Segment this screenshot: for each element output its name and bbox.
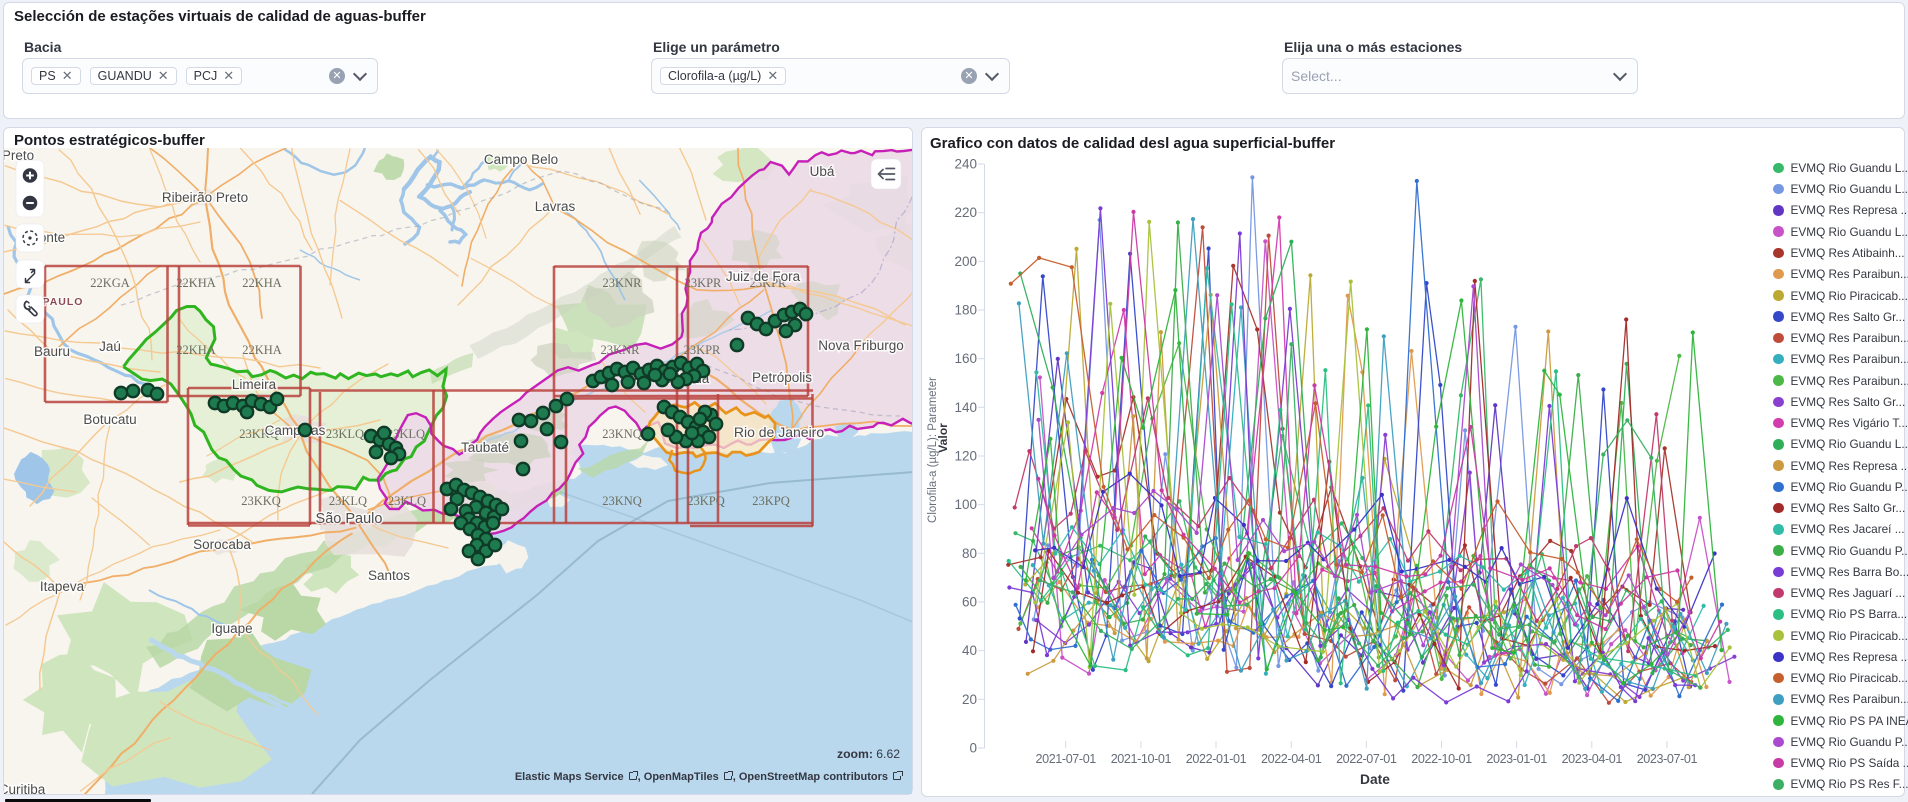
svg-text:2023-01-01: 2023-01-01 (1486, 752, 1547, 766)
svg-text:140: 140 (954, 400, 977, 415)
svg-text:Lavras: Lavras (535, 199, 576, 214)
svg-text:22KHA: 22KHA (176, 343, 216, 357)
svg-text:23KPR: 23KPR (684, 343, 721, 357)
svg-text:Taubaté: Taubaté (461, 440, 509, 455)
svg-text:200: 200 (954, 254, 977, 269)
svg-text:Rio de Janeiro: Rio de Janeiro (734, 424, 824, 440)
svg-text:Campo Belo: Campo Belo (484, 152, 558, 167)
svg-text:PAULO: PAULO (43, 296, 84, 308)
svg-text:120: 120 (954, 449, 977, 464)
svg-text:22KHA: 22KHA (176, 276, 216, 290)
svg-text:Curitiba: Curitiba (4, 782, 46, 794)
svg-text:23KKQ: 23KKQ (241, 494, 281, 508)
svg-text:2022-07-01: 2022-07-01 (1336, 752, 1397, 766)
svg-text:Santos: Santos (368, 568, 410, 583)
svg-text:Sorocaba: Sorocaba (193, 537, 251, 552)
svg-text:220: 220 (954, 205, 977, 220)
svg-text:2022-04-01: 2022-04-01 (1261, 752, 1322, 766)
svg-text:23KPQ: 23KPQ (687, 494, 725, 508)
svg-text:2022-01-01: 2022-01-01 (1186, 752, 1247, 766)
svg-text:Botucatu: Botucatu (83, 412, 136, 427)
svg-text:2021-10-01: 2021-10-01 (1111, 752, 1172, 766)
svg-text:22KHA: 22KHA (242, 276, 282, 290)
svg-text:23KNQ: 23KNQ (602, 494, 642, 508)
svg-text:23KLQ: 23KLQ (329, 494, 367, 508)
svg-text:Ubá: Ubá (810, 164, 835, 179)
svg-text:23KLQ: 23KLQ (388, 494, 426, 508)
svg-text:São Paulo: São Paulo (316, 511, 383, 527)
svg-text:60: 60 (962, 595, 977, 610)
svg-text:100: 100 (954, 497, 977, 512)
svg-text:Limeira: Limeira (232, 377, 277, 392)
svg-text:23KNR: 23KNR (601, 343, 641, 357)
svg-text:Jaú: Jaú (99, 339, 121, 354)
svg-text:240: 240 (954, 157, 977, 172)
svg-text:23KNR: 23KNR (603, 276, 643, 290)
svg-text:23KPR: 23KPR (685, 276, 722, 290)
svg-text:Ribeirão Preto: Ribeirão Preto (162, 190, 248, 205)
svg-text:Bauru: Bauru (34, 344, 70, 359)
svg-text:22KGA: 22KGA (90, 276, 130, 290)
svg-text:80: 80 (962, 546, 977, 561)
svg-text:2022-10-01: 2022-10-01 (1411, 752, 1472, 766)
svg-text:23KNQ: 23KNQ (602, 427, 642, 441)
svg-text:Valor: Valor (936, 423, 950, 453)
svg-text:2023-07-01: 2023-07-01 (1637, 752, 1698, 766)
svg-text:160: 160 (954, 351, 977, 366)
svg-text:180: 180 (954, 303, 977, 318)
svg-text:20: 20 (962, 692, 977, 707)
svg-text:0: 0 (969, 741, 977, 756)
svg-text:Iguape: Iguape (211, 621, 252, 636)
svg-text:23KPQ: 23KPQ (752, 494, 790, 508)
svg-text:zoom: 6.62: zoom: 6.62 (837, 747, 900, 761)
svg-text:Petrópolis: Petrópolis (752, 370, 812, 385)
svg-text:Campinas: Campinas (265, 423, 326, 438)
svg-text:2023-04-01: 2023-04-01 (1562, 752, 1623, 766)
svg-text:22KHA: 22KHA (242, 343, 282, 357)
svg-text:40: 40 (962, 643, 977, 658)
svg-text:2021-07-01: 2021-07-01 (1035, 752, 1096, 766)
svg-text:23KLQ: 23KLQ (326, 427, 364, 441)
svg-text:Juiz de Fora: Juiz de Fora (726, 269, 801, 284)
svg-text:Itapeva: Itapeva (40, 579, 85, 594)
svg-text:Nova Friburgo: Nova Friburgo (818, 338, 904, 353)
